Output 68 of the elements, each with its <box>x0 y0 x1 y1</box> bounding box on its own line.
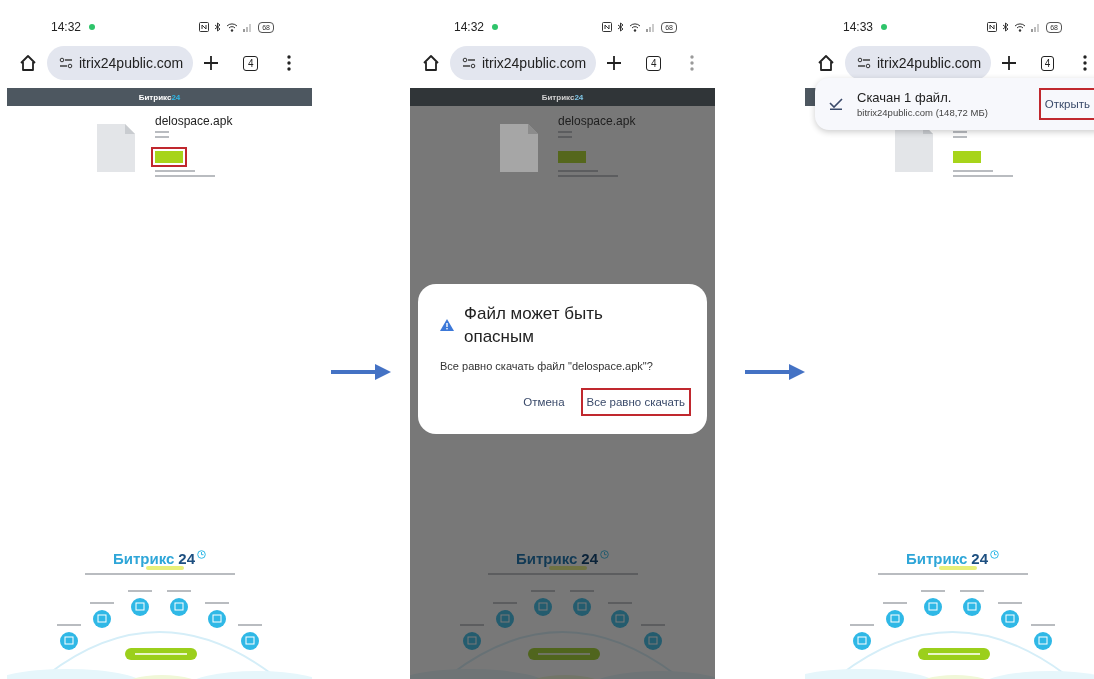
nfc-icon <box>602 22 613 32</box>
clock-icon <box>990 550 1000 559</box>
download-button[interactable] <box>151 147 187 167</box>
home-icon[interactable] <box>422 54 440 72</box>
camera-indicator-icon <box>89 24 96 30</box>
highlight-stroke-drawing <box>938 566 977 570</box>
new-tab-icon[interactable] <box>1001 55 1018 71</box>
file-name: delospace.apk <box>155 114 233 128</box>
highlight-stroke-drawing <box>145 566 184 570</box>
camera-indicator-icon <box>881 24 888 30</box>
dialog-title: Файл может быть опасным <box>464 303 604 348</box>
new-tab-icon[interactable] <box>606 55 623 71</box>
header-logo: Битрикс24 <box>541 92 584 102</box>
dialog-button[interactable]: Все равно скачать <box>580 388 691 416</box>
bitrix-logo: Битрикс 24 <box>515 550 599 567</box>
home-icon[interactable] <box>19 54 37 72</box>
menu-icon[interactable] <box>1082 55 1088 71</box>
url-text[interactable]: itrix24public.com <box>877 55 982 71</box>
blurred-text-drawing <box>953 131 967 138</box>
dialog-button[interactable]: Отмена <box>517 388 571 416</box>
file-name: delospace.apk <box>558 114 636 128</box>
right-arrow-icon <box>331 364 391 380</box>
blurred-text-drawing <box>155 131 169 138</box>
site-settings-icon[interactable] <box>462 57 476 69</box>
dialog-message: Все равно скачать файл "delospace.apk"? <box>440 360 654 372</box>
bluetooth-icon <box>214 22 222 32</box>
bluetooth-icon <box>1002 22 1010 32</box>
clock-icon <box>197 550 207 559</box>
nfc-icon <box>987 22 998 32</box>
warning-icon <box>440 319 454 331</box>
address-bar[interactable]: itrix24public.com <box>47 46 194 80</box>
file-icon <box>500 124 538 172</box>
status-time: 14:32 <box>51 20 82 34</box>
notification-detail: bitrix24public.com (148,72 МБ) <box>857 107 989 118</box>
wifi-icon <box>226 22 239 32</box>
camera-indicator-icon <box>492 24 499 30</box>
signal-icon <box>646 22 657 32</box>
tab-count-button[interactable]: 4 <box>646 55 662 71</box>
status-time: 14:33 <box>843 20 874 34</box>
nfc-icon <box>199 22 210 32</box>
tab-count-button[interactable]: 4 <box>1041 55 1054 71</box>
home-icon[interactable] <box>817 54 835 72</box>
new-tab-icon[interactable] <box>203 55 220 71</box>
bitrix-logo: Битрикс 24 <box>905 550 989 567</box>
blurred-text-drawing <box>558 131 572 138</box>
url-text[interactable]: itrix24public.com <box>482 55 587 71</box>
download-done-icon <box>829 98 843 110</box>
tab-count-button[interactable]: 4 <box>243 55 259 71</box>
bitrix-logo: Битрикс 24 <box>112 550 196 567</box>
wifi-icon <box>1014 22 1027 32</box>
url-text[interactable]: itrix24public.com <box>79 55 184 71</box>
signal-icon <box>1031 22 1042 32</box>
address-bar[interactable]: itrix24public.com <box>845 46 992 80</box>
right-arrow-icon <box>745 364 805 380</box>
signal-icon <box>243 22 254 32</box>
address-bar[interactable]: itrix24public.com <box>450 46 597 80</box>
site-settings-icon[interactable] <box>857 57 871 69</box>
open-button[interactable]: Открыть <box>1038 88 1094 120</box>
notification-title: Скачан 1 файл. <box>857 90 953 105</box>
site-settings-icon[interactable] <box>59 57 73 69</box>
highlight-stroke-drawing <box>548 566 587 570</box>
clock-icon <box>600 550 610 559</box>
bluetooth-icon <box>617 22 625 32</box>
wifi-icon <box>629 22 642 32</box>
menu-icon[interactable] <box>286 55 293 71</box>
status-time: 14:32 <box>454 20 485 34</box>
header-logo: Битрикс24 <box>138 92 181 102</box>
file-icon <box>97 124 135 172</box>
